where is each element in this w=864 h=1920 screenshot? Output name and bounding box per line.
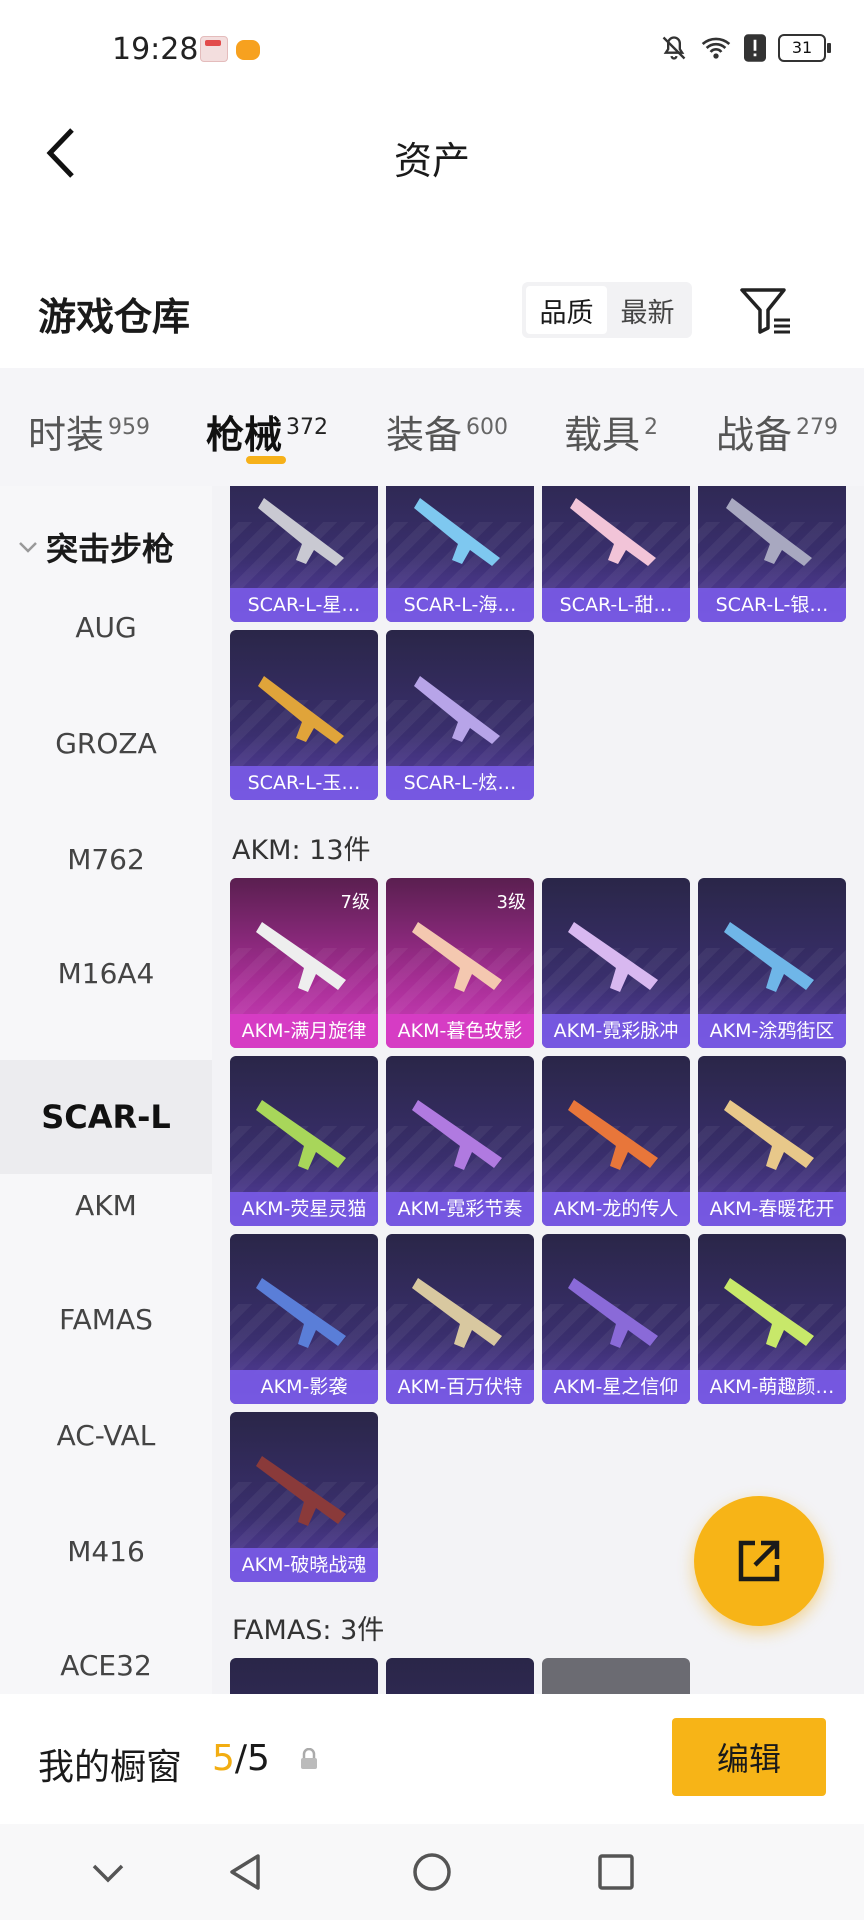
rifle-icon: [412, 1278, 502, 1348]
page-title: 资产: [393, 139, 470, 183]
rifle-icon: [414, 676, 500, 744]
showcase-count: 5/5: [212, 1738, 270, 1779]
rifle-icon: [726, 498, 812, 566]
sidebar-item-groza[interactable]: GROZA: [0, 686, 212, 800]
nav-back-icon[interactable]: [222, 1848, 270, 1896]
external-link-icon: [738, 1540, 780, 1582]
sidebar-selected-item[interactable]: SCAR-L: [0, 1060, 212, 1174]
item-card[interactable]: AKM-霓彩节奏: [386, 1056, 534, 1226]
filter-button[interactable]: [736, 282, 794, 340]
item-card[interactable]: AKM-龙的传人: [542, 1056, 690, 1226]
sidebar-item-aug[interactable]: AUG: [0, 570, 212, 684]
rifle-icon: [568, 922, 658, 992]
item-card[interactable]: SCAR-L-甜…: [542, 486, 690, 622]
sidebar-item-m762[interactable]: M762: [0, 802, 212, 916]
item-card[interactable]: [542, 1658, 690, 1694]
tab-outfits[interactable]: 时装 959: [28, 404, 150, 459]
sort-newest-button[interactable]: 最新: [607, 286, 688, 334]
item-card[interactable]: 3级 AKM-暮色玫影: [386, 878, 534, 1048]
item-card[interactable]: AKM-萌趣颜…: [698, 1234, 846, 1404]
showcase-label: 我的橱窗: [38, 1747, 183, 1788]
wifi-icon: [701, 37, 731, 59]
category-tabs: 时装 959 枪械 372 装备 600 载具 2 战备 279: [0, 368, 864, 486]
rifle-icon: [724, 922, 814, 992]
rifle-icon: [568, 1100, 658, 1170]
rifle-icon: [724, 1100, 814, 1170]
item-card[interactable]: [386, 1658, 534, 1694]
mute-icon: [662, 36, 686, 60]
rifle-icon: [414, 498, 500, 566]
item-card[interactable]: SCAR-L-海…: [386, 486, 534, 622]
rifle-icon: [256, 922, 346, 992]
sidebar-group-assault-rifles[interactable]: 突击步枪: [0, 524, 212, 570]
item-card[interactable]: [230, 1658, 378, 1694]
status-time: 19:28: [112, 32, 199, 67]
item-card[interactable]: AKM-星之信仰: [542, 1234, 690, 1404]
active-tab-indicator: [246, 456, 286, 464]
rifle-icon: [258, 676, 344, 744]
battery-icon: 31: [778, 34, 831, 62]
nav-recents-icon[interactable]: [592, 1848, 640, 1896]
rifle-icon: [256, 1456, 346, 1526]
chevron-down-icon: [19, 542, 37, 553]
lock-icon: [301, 1748, 317, 1769]
item-card[interactable]: AKM-影袭: [230, 1234, 378, 1404]
item-card[interactable]: AKM-荧星灵猫: [230, 1056, 378, 1226]
app-notification-icon: [236, 40, 260, 60]
rifle-icon: [412, 922, 502, 992]
tab-firearms[interactable]: 枪械 372: [206, 404, 328, 459]
rifle-icon: [256, 1100, 346, 1170]
item-card[interactable]: SCAR-L-炫…: [386, 630, 534, 800]
section-title: 游戏仓库: [38, 295, 191, 339]
tab-vehicles[interactable]: 载具 2: [564, 404, 658, 459]
item-card[interactable]: SCAR-L-银…: [698, 486, 846, 622]
rifle-icon: [568, 1278, 658, 1348]
item-card[interactable]: AKM-春暖花开: [698, 1056, 846, 1226]
item-card[interactable]: SCAR-L-玉…: [230, 630, 378, 800]
sort-quality-button[interactable]: 品质: [526, 286, 607, 334]
sidebar-item-ac-val[interactable]: AC-VAL: [0, 1378, 212, 1492]
rifle-icon: [256, 1278, 346, 1348]
filter-icon: [740, 288, 790, 334]
calendar-notification-icon: [200, 36, 228, 62]
sidebar-item-m416[interactable]: M416: [0, 1494, 212, 1608]
item-card[interactable]: AKM-百万伏特: [386, 1234, 534, 1404]
edit-button[interactable]: 编辑: [672, 1718, 826, 1796]
rifle-icon: [412, 1100, 502, 1170]
tab-gear[interactable]: 战备 279: [716, 404, 838, 459]
item-card[interactable]: AKM-霓彩脉冲: [542, 878, 690, 1048]
item-card[interactable]: 7级 AKM-满月旋律: [230, 878, 378, 1048]
sidebar-item-m16a4[interactable]: M16A4: [0, 916, 212, 1030]
alert-icon: [744, 34, 766, 62]
nav-collapse-icon[interactable]: [84, 1848, 132, 1896]
item-card[interactable]: AKM-涂鸦街区: [698, 878, 846, 1048]
group-header-famas: FAMAS: 3件: [232, 1615, 385, 1646]
sidebar-item-famas[interactable]: FAMAS: [0, 1262, 212, 1376]
rifle-icon: [570, 498, 656, 566]
sort-toggle: 品质 最新: [522, 282, 692, 338]
sidebar-item-ace32[interactable]: ACE32: [0, 1608, 212, 1694]
tab-equipment[interactable]: 装备 600: [386, 404, 508, 459]
group-header-akm: AKM: 13件: [232, 835, 371, 866]
export-button[interactable]: [694, 1496, 824, 1626]
nav-home-icon[interactable]: [408, 1848, 456, 1896]
rifle-icon: [724, 1278, 814, 1348]
item-card[interactable]: AKM-破晓战魂: [230, 1412, 378, 1582]
status-icons: 31: [660, 34, 831, 62]
rifle-icon: [258, 498, 344, 566]
item-card[interactable]: SCAR-L-星…: [230, 486, 378, 622]
